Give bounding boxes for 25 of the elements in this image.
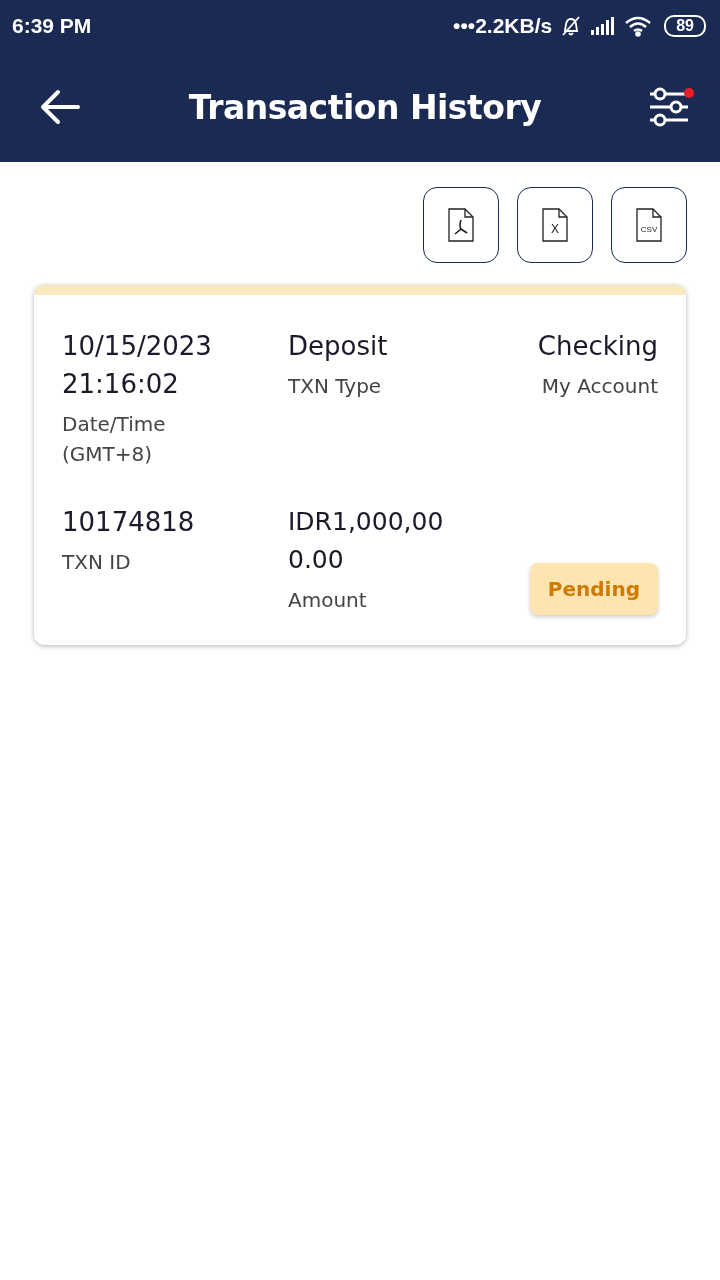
wifi-icon xyxy=(624,15,653,37)
signal-icon xyxy=(590,16,617,36)
file-icon xyxy=(448,208,474,242)
file-icon: CSV xyxy=(636,208,662,242)
muted-bell-icon xyxy=(560,15,583,37)
field-label: TXN Type xyxy=(288,373,383,400)
screen-title: Transaction History xyxy=(188,87,542,127)
battery-indicator: 89 xyxy=(664,15,706,37)
status-time: 6:39 PM xyxy=(12,14,92,38)
field-value: IDR1,000,000.00 xyxy=(288,506,445,576)
field-label: Date/Time (GMT+8) xyxy=(62,411,167,468)
field-label: My Account xyxy=(541,373,658,400)
file-icon: X xyxy=(542,208,568,242)
pdf-export-button[interactable] xyxy=(423,187,499,263)
field-value: Checking xyxy=(537,330,658,363)
status-badge: Pending xyxy=(529,563,658,615)
network-speed: •••2.2KB/s xyxy=(453,14,553,38)
field-value: 10/15/2023 21:16:02 xyxy=(62,330,213,401)
field-value: 10174818 xyxy=(62,506,196,539)
field-value: Deposit xyxy=(288,330,389,363)
field-label: Amount xyxy=(288,587,368,614)
back-button[interactable] xyxy=(38,87,82,127)
excel-export-button[interactable]: X xyxy=(517,187,593,263)
csv-export-button[interactable]: CSV xyxy=(611,187,687,263)
field-label: TXN ID xyxy=(62,549,132,576)
